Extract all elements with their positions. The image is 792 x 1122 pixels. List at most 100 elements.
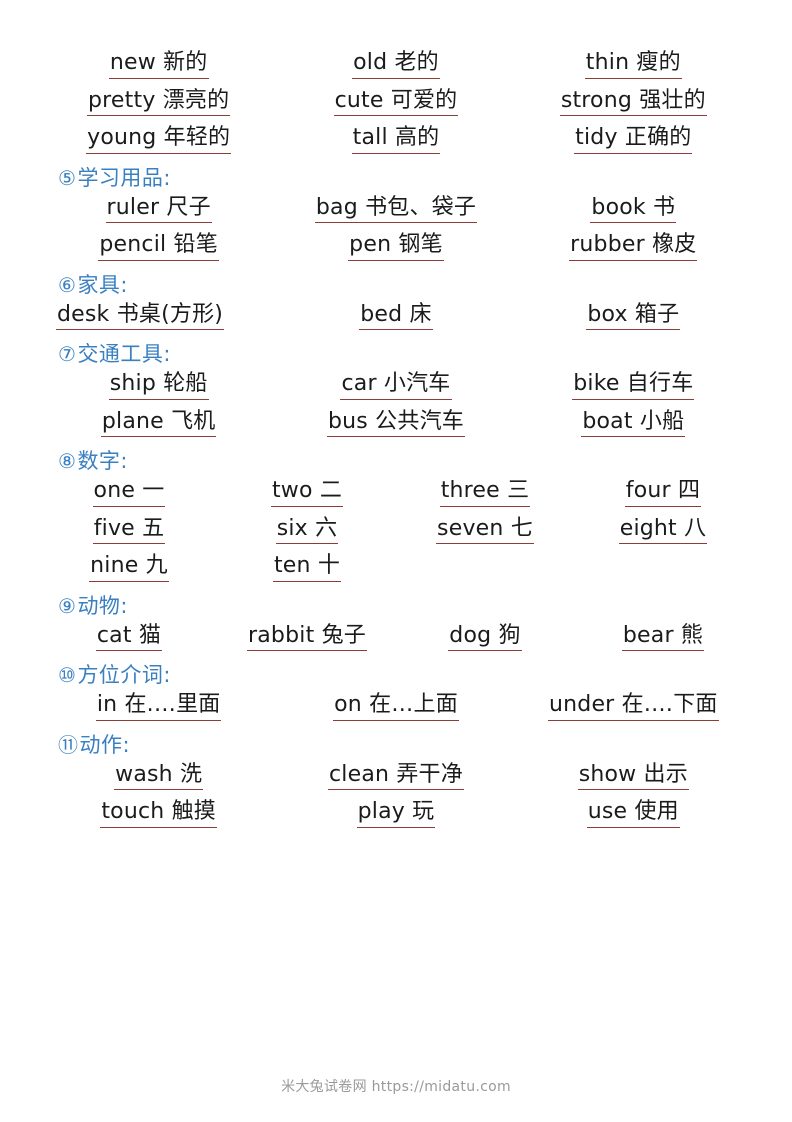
vocabulary-term: pretty 漂亮的: [87, 88, 231, 117]
vocabulary-term: boat 小船: [581, 409, 686, 438]
vocabulary-term: bike 自行车: [572, 371, 695, 400]
vocabulary-term: pencil 铅笔: [98, 232, 219, 261]
adjectives-continued-block: new 新的 old 老的 thin 瘦的 pretty 漂亮的 cute 可爱的 str…: [40, 46, 752, 159]
word-row: cat 猫 rabbit 兔子 dog 狗 bear 熊: [40, 619, 752, 657]
word-cell: bus 公共汽车: [277, 405, 514, 443]
vocabulary-term: touch 触摸: [100, 799, 217, 828]
vocabulary-term: three 三: [439, 478, 531, 507]
word-cell: young 年轻的: [40, 121, 277, 159]
word-row: new 新的 old 老的 thin 瘦的: [40, 46, 752, 84]
vocabulary-term: old 老的: [352, 50, 440, 79]
vocabulary-term: on 在…上面: [333, 692, 459, 721]
vocabulary-term: ruler 尺子: [105, 195, 212, 224]
word-cell: bag 书包、袋子: [277, 191, 514, 229]
word-cell: clean 弄干净: [277, 758, 514, 796]
vocabulary-term: plane 飞机: [100, 409, 217, 438]
word-cell: strong 强壮的: [515, 84, 752, 122]
section-animals: ⑨动物: cat 猫 rabbit 兔子 dog 狗 bear 熊: [40, 587, 752, 657]
vocabulary-term: new 新的: [108, 50, 209, 79]
vocabulary-term: tidy 正确的: [574, 125, 693, 154]
vocabulary-term: one 一: [92, 478, 166, 507]
vocabulary-term: desk 书桌(方形): [56, 302, 225, 331]
word-row: in 在.…里面 on 在…上面 under 在.…下面: [40, 688, 752, 726]
vocabulary-sections: ⑤学习用品: ruler 尺子 bag 书包、袋子 book 书 pencil 铅笔 pe…: [40, 159, 752, 833]
word-cell: three 三: [396, 474, 574, 512]
section-number: ⑦: [58, 342, 77, 367]
word-cell: play 玩: [277, 795, 514, 833]
word-cell: pencil 铅笔: [40, 228, 277, 266]
vocabulary-term: tall 高的: [351, 125, 441, 154]
vocabulary-term: seven 七: [436, 516, 534, 545]
vocabulary-term: pen 钢笔: [348, 232, 444, 261]
vocabulary-term: cute 可爱的: [333, 88, 459, 117]
word-cell: under 在.…下面: [515, 688, 752, 726]
word-cell: seven 七: [396, 512, 574, 550]
word-cell: new 新的: [40, 46, 277, 84]
word-cell: rabbit 兔子: [218, 619, 396, 657]
section-numbers: ⑧数字: one 一 two 二 three 三 four 四 five 五 six 六 se…: [40, 442, 752, 587]
vocabulary-term: clean 弄干净: [328, 762, 464, 791]
vocabulary-term: strong 强壮的: [559, 88, 707, 117]
word-cell: on 在…上面: [277, 688, 514, 726]
vocabulary-term: in 在.…里面: [95, 692, 222, 721]
section-number: ⑩: [58, 663, 77, 688]
vocabulary-term: bus 公共汽车: [327, 409, 465, 438]
vocabulary-term: young 年轻的: [86, 125, 232, 154]
section-title: 动作:: [79, 732, 131, 757]
word-cell: dog 狗: [396, 619, 574, 657]
word-row: desk 书桌(方形) bed 床 box 箱子: [40, 298, 752, 336]
section-title: 动物:: [77, 593, 129, 618]
section-title: 学习用品:: [77, 165, 172, 190]
vocabulary-term: five 五: [92, 516, 166, 545]
section-number: ⑥: [58, 272, 77, 297]
vocabulary-term: book 书: [590, 195, 677, 224]
section-actions: ⑪动作: wash 洗 clean 弄干净 show 出示 touch 触摸 play 玩…: [40, 726, 752, 833]
section-number: ⑧: [58, 449, 77, 474]
section-title: 交通工具:: [77, 342, 172, 367]
section-title: 方位介词:: [77, 663, 172, 688]
vocabulary-term: cat 猫: [95, 623, 163, 652]
vocabulary-term: bag 书包、袋子: [314, 195, 478, 224]
word-row: five 五 six 六 seven 七 eight 八: [40, 512, 752, 550]
word-row: pretty 漂亮的 cute 可爱的 strong 强壮的: [40, 84, 752, 122]
word-cell: tidy 正确的: [515, 121, 752, 159]
word-cell: one 一: [40, 474, 218, 512]
word-cell: cute 可爱的: [277, 84, 514, 122]
section-title: 家具:: [77, 272, 129, 297]
word-row: ship 轮船 car 小汽车 bike 自行车: [40, 367, 752, 405]
word-cell: touch 触摸: [40, 795, 277, 833]
vocabulary-term: show 出示: [577, 762, 689, 791]
word-row: wash 洗 clean 弄干净 show 出示: [40, 758, 752, 796]
vocabulary-term: dog 狗: [448, 623, 522, 652]
word-cell: four 四: [574, 474, 752, 512]
word-row: pencil 铅笔 pen 钢笔 rubber 橡皮: [40, 228, 752, 266]
word-cell: ruler 尺子: [40, 191, 277, 229]
vocabulary-term: ship 轮船: [108, 371, 209, 400]
word-cell: eight 八: [574, 512, 752, 550]
section-transportation: ⑦交通工具: ship 轮船 car 小汽车 bike 自行车 plane 飞机 bus …: [40, 335, 752, 442]
vocabulary-term: two 二: [270, 478, 344, 507]
word-cell: six 六: [218, 512, 396, 550]
word-cell: pretty 漂亮的: [40, 84, 277, 122]
vocabulary-term: bed 床: [359, 302, 433, 331]
vocabulary-term: box 箱子: [586, 302, 681, 331]
word-row: nine 九 ten 十: [40, 549, 752, 587]
word-cell: thin 瘦的: [515, 46, 752, 84]
word-row: one 一 two 二 three 三 four 四: [40, 474, 752, 512]
section-heading-numbers: ⑧数字:: [40, 442, 752, 474]
section-heading-animals: ⑨动物:: [40, 587, 752, 619]
word-cell: book 书: [515, 191, 752, 229]
section-furniture: ⑥家具: desk 书桌(方形) bed 床 box 箱子: [40, 266, 752, 336]
section-number: ⑪: [58, 732, 79, 757]
vocabulary-term: thin 瘦的: [584, 50, 682, 79]
word-cell: bear 熊: [574, 619, 752, 657]
word-row: plane 飞机 bus 公共汽车 boat 小船: [40, 405, 752, 443]
word-row: young 年轻的 tall 高的 tidy 正确的: [40, 121, 752, 159]
word-cell: bed 床: [277, 298, 514, 336]
word-cell: box 箱子: [515, 298, 752, 336]
vocabulary-term: under 在.…下面: [548, 692, 719, 721]
worksheet-page: new 新的 old 老的 thin 瘦的 pretty 漂亮的 cute 可爱的 str…: [0, 0, 792, 1122]
vocabulary-term: eight 八: [618, 516, 708, 545]
section-position-prepositions: ⑩方位介词: in 在.…里面 on 在…上面 under 在.…下面: [40, 656, 752, 726]
section-heading-position-prepositions: ⑩方位介词:: [40, 656, 752, 688]
